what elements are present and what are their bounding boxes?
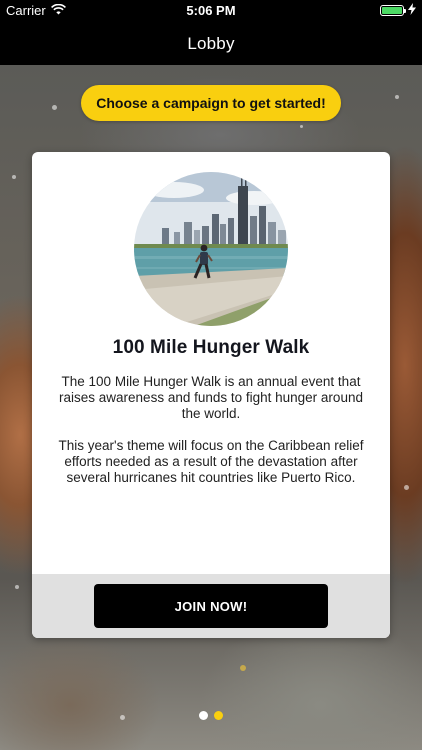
battery-icon	[380, 5, 406, 16]
choose-campaign-banner[interactable]: Choose a campaign to get started!	[81, 85, 341, 121]
nav-title: Lobby	[187, 34, 235, 53]
page-indicator[interactable]	[0, 711, 422, 720]
campaign-image	[134, 172, 288, 326]
campaign-description-paragraph: This year's theme will focus on the Cari…	[58, 438, 364, 485]
campaign-title: 100 Mile Hunger Walk	[112, 337, 310, 358]
join-now-button[interactable]: JOIN NOW!	[94, 584, 328, 628]
campaign-description-paragraph: The 100 Mile Hunger Walk is an annual ev…	[59, 374, 363, 421]
card-footer: JOIN NOW!	[32, 574, 390, 638]
campaign-card: 100 Mile Hunger Walk The 100 Mile Hunger…	[32, 152, 390, 638]
page-dot-active[interactable]	[214, 711, 223, 720]
status-bar: Carrier 5:06 PM	[0, 0, 422, 22]
status-time: 5:06 PM	[186, 3, 236, 18]
charging-bolt-icon	[408, 3, 416, 18]
campaign-description: The 100 Mile Hunger Walk is an annual ev…	[50, 374, 372, 486]
page-dot[interactable]	[199, 711, 208, 720]
navigation-bar: Lobby	[0, 22, 422, 65]
